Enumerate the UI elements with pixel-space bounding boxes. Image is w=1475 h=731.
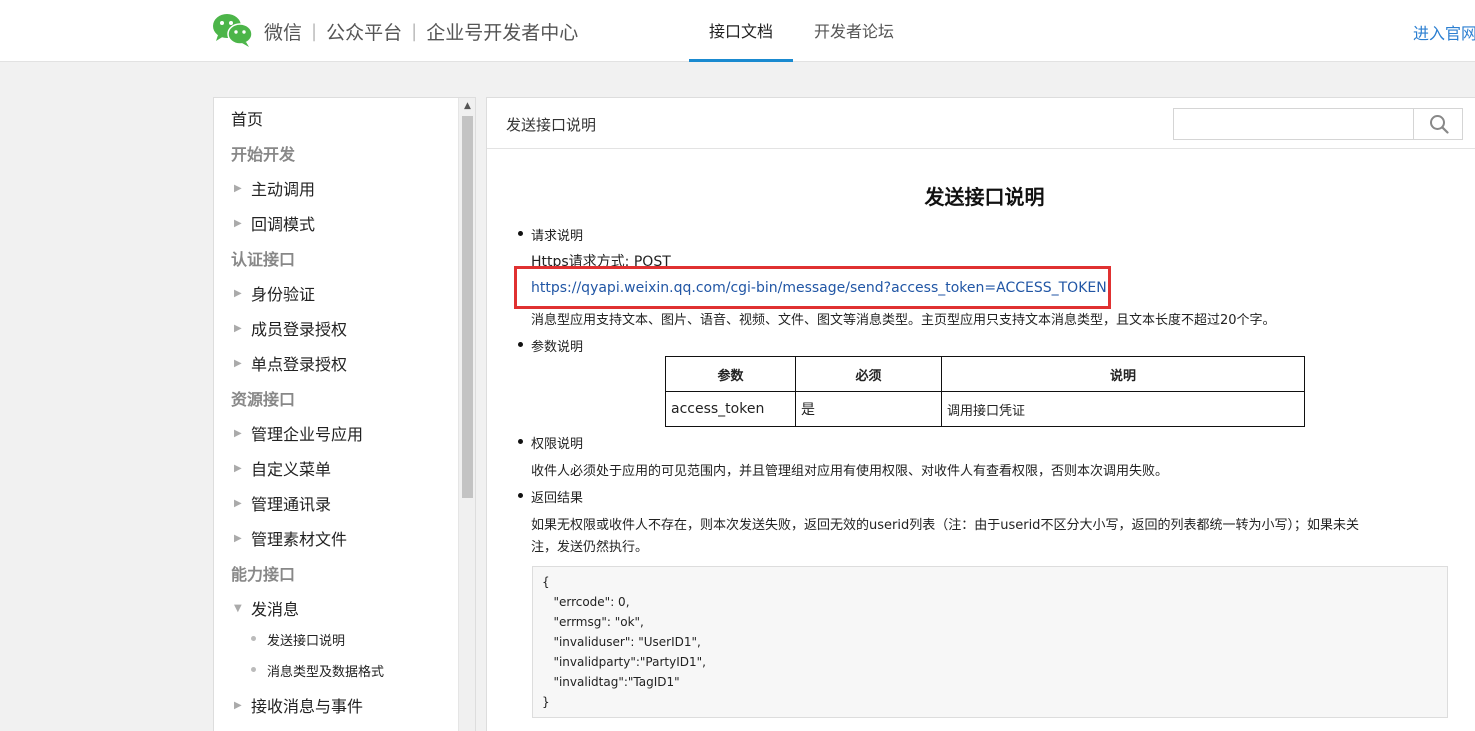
- sidebar-item-active-call[interactable]: ▶ 主动调用: [234, 176, 316, 200]
- chevron-right-icon: ▶: [234, 427, 242, 439]
- chevron-right-icon: ▶: [234, 322, 242, 334]
- sidebar-item-receive-events[interactable]: ▶ 接收消息与事件: [234, 693, 364, 717]
- search-input[interactable]: [1174, 109, 1412, 139]
- params-table: 参数 必须 说明 access_token 是 调用接口凭证: [665, 356, 1305, 427]
- table-row: access_token 是 调用接口凭证: [665, 391, 1305, 427]
- sidebar-section-resource: 资源接口: [231, 390, 296, 409]
- code-line: "invalidtag":"TagID1": [542, 675, 680, 689]
- sidebar-item-label: 回调模式: [251, 215, 316, 234]
- sidebar-section-start: 开始开发: [231, 145, 296, 164]
- sidebar-item-label: 管理素材文件: [251, 530, 348, 549]
- sidebar-item-member-login[interactable]: ▶ 成员登录授权: [234, 316, 348, 340]
- chevron-right-icon: ▶: [234, 217, 242, 229]
- brand-part-devcenter: 企业号开发者中心: [426, 21, 579, 44]
- brand-part-wechat: 微信: [264, 21, 303, 44]
- api-url-link[interactable]: https://qyapi.weixin.qq.com/cgi-bin/mess…: [531, 280, 1107, 296]
- sidebar-item-media-files[interactable]: ▶ 管理素材文件: [234, 526, 348, 550]
- result-text-line-2: 注，发送仍然执行。: [531, 540, 649, 555]
- result-text-line-1: 如果无权限或收件人不存在，则本次发送失败，返回无效的userid列表（注：由于u…: [531, 518, 1359, 533]
- section-heading-params: 参数说明: [517, 336, 583, 355]
- official-site-link[interactable]: 进入官网: [1413, 20, 1475, 44]
- main-content: 发送接口说明 发送接口说明 请求说明 Https请求方式: POST https…: [486, 97, 1475, 731]
- sidebar-leaf-message-types[interactable]: 消息类型及数据格式: [251, 661, 385, 680]
- sidebar-item-manage-apps[interactable]: ▶ 管理企业号应用: [234, 421, 364, 445]
- wechat-logo-icon: [213, 14, 253, 47]
- param-required-cell: 是: [795, 391, 942, 427]
- code-line: "errmsg": "ok",: [542, 615, 644, 629]
- sidebar-scrollbar[interactable]: ▲: [458, 98, 475, 731]
- sidebar-item-label: 自定义菜单: [251, 460, 332, 479]
- code-line: "invaliduser": "UserID1",: [542, 635, 701, 649]
- sidebar-item-identity[interactable]: ▶ 身份验证: [234, 281, 316, 305]
- chevron-right-icon: ▶: [234, 532, 242, 544]
- code-line: }: [542, 695, 550, 709]
- code-line: {: [542, 575, 550, 589]
- bullet-dot: [251, 667, 256, 672]
- sidebar-item-label: 成员登录授权: [251, 320, 348, 339]
- tab-developer-forum[interactable]: 开发者论坛: [812, 0, 896, 62]
- section-heading-request: 请求说明: [517, 225, 583, 244]
- chevron-right-icon: ▶: [234, 497, 242, 509]
- scroll-up-arrow-icon[interactable]: ▲: [459, 98, 476, 115]
- sidebar-leaf-label: 消息类型及数据格式: [267, 665, 385, 680]
- bullet-dot: [251, 636, 256, 641]
- params-header-param: 参数: [665, 356, 796, 392]
- sidebar-item-callback[interactable]: ▶ 回调模式: [234, 211, 316, 235]
- chevron-right-icon: ▶: [234, 699, 242, 711]
- sidebar-item-label: 接收消息与事件: [251, 697, 364, 716]
- params-header-desc: 说明: [941, 356, 1305, 392]
- brand-part-platform: 公众平台: [326, 21, 403, 44]
- sidebar-nav: 首页 开始开发 ▶ 主动调用 ▶ 回调模式 认证接口 ▶ 身份验证 ▶ 成员登录授权 ▶…: [213, 97, 476, 731]
- brand-separator: |: [311, 20, 318, 42]
- scrollbar-thumb[interactable]: [462, 116, 473, 498]
- sidebar-item-label: 身份验证: [251, 285, 316, 304]
- sidebar-item-contacts[interactable]: ▶ 管理通讯录: [234, 491, 332, 515]
- search-box: [1173, 108, 1463, 140]
- param-name-cell: access_token: [665, 391, 796, 427]
- sidebar-item-label: 单点登录授权: [251, 355, 348, 374]
- sidebar-item-label: 发消息: [251, 600, 300, 619]
- response-code-block: { "errcode": 0, "errmsg": "ok", "invalid…: [532, 566, 1448, 718]
- section-heading-permission: 权限说明: [517, 433, 583, 452]
- sidebar-item-home[interactable]: 首页: [231, 106, 263, 130]
- code-line: "invalidparty":"PartyID1",: [542, 655, 706, 669]
- content-header: 发送接口说明: [487, 98, 1475, 149]
- sidebar-item-label: 主动调用: [251, 180, 316, 199]
- section-heading-result: 返回结果: [517, 487, 583, 506]
- search-button[interactable]: [1413, 109, 1463, 139]
- sidebar-leaf-send-api[interactable]: 发送接口说明: [251, 630, 346, 649]
- sidebar-section-capability: 能力接口: [231, 565, 296, 584]
- chevron-right-icon: ▶: [234, 287, 242, 299]
- chevron-right-icon: ▶: [234, 357, 242, 369]
- brand-separator: |: [411, 20, 418, 42]
- sidebar-item-label: 管理通讯录: [251, 495, 332, 514]
- search-icon: [1429, 115, 1449, 134]
- sidebar-leaf-label: 发送接口说明: [267, 634, 346, 649]
- chevron-right-icon: ▶: [234, 462, 242, 474]
- chevron-down-icon: ▼: [234, 602, 242, 614]
- param-desc-cell: 调用接口凭证: [941, 391, 1305, 427]
- message-types-note: 消息型应用支持文本、图片、语音、视频、文件、图文等消息类型。主页型应用只支持文本…: [531, 313, 1276, 328]
- sidebar-section-auth: 认证接口: [231, 250, 296, 269]
- breadcrumb: 发送接口说明: [506, 116, 597, 134]
- params-header-required: 必须: [795, 356, 942, 392]
- tab-api-docs[interactable]: 接口文档: [689, 0, 793, 62]
- sidebar-item-send-message[interactable]: ▼ 发消息: [234, 596, 300, 620]
- top-header: 微信 | 公众平台 | 企业号开发者中心 接口文档 开发者论坛 进入官网: [0, 0, 1475, 62]
- brand-title: 微信 | 公众平台 | 企业号开发者中心: [264, 17, 578, 45]
- code-line: "errcode": 0,: [542, 595, 630, 609]
- sidebar-item-custom-menu[interactable]: ▶ 自定义菜单: [234, 456, 332, 480]
- sidebar-item-label: 管理企业号应用: [251, 425, 364, 444]
- permission-text: 收件人必须处于应用的可见范围内，并且管理组对应用有使用权限、对收件人有查看权限，…: [531, 464, 1169, 479]
- chevron-right-icon: ▶: [234, 182, 242, 194]
- sidebar-item-sso[interactable]: ▶ 单点登录授权: [234, 351, 348, 375]
- page-title: 发送接口说明: [924, 185, 1045, 209]
